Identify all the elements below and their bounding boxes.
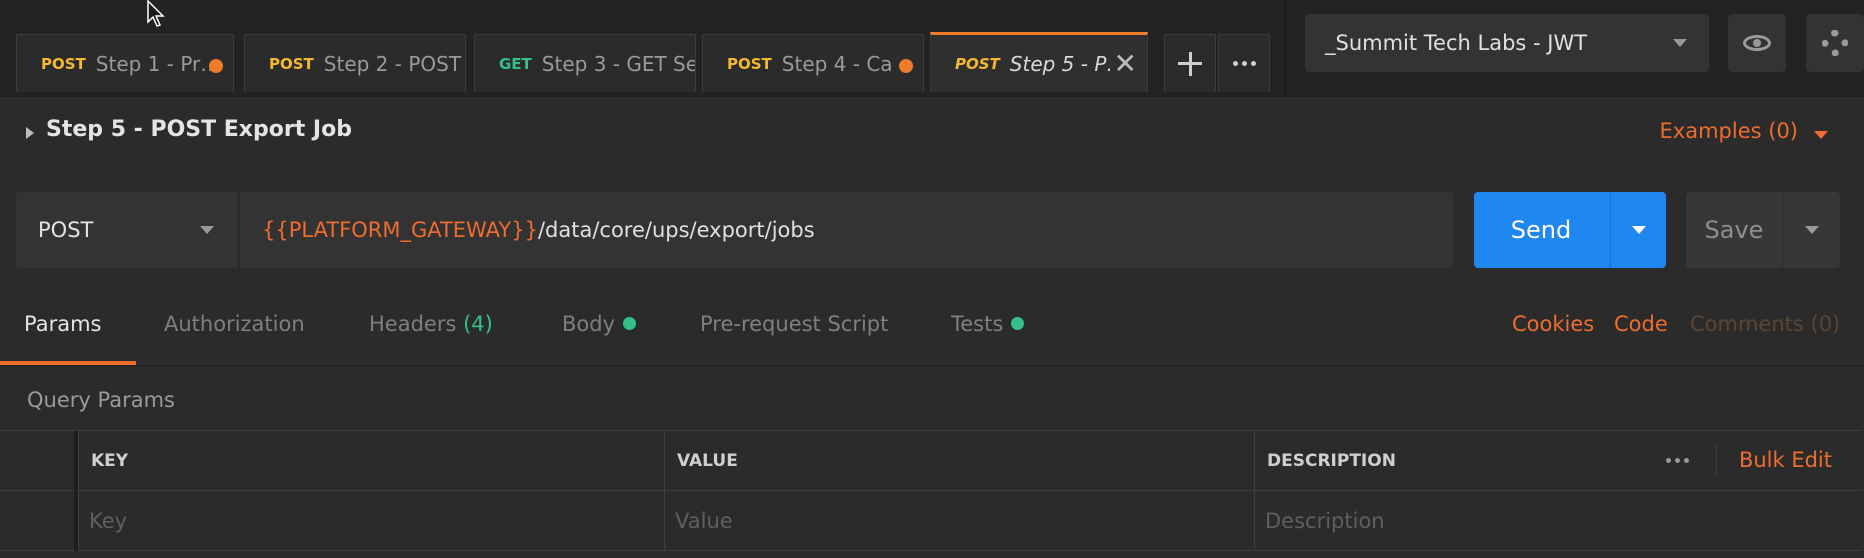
request-tab-4[interactable]: POST Step 4 - Ca: [702, 34, 924, 92]
environment-quick-look-button[interactable]: [1728, 14, 1786, 72]
column-header-value: VALUE: [664, 431, 1254, 491]
active-tab-indicator: [0, 361, 136, 365]
manage-environments-button[interactable]: [1806, 14, 1864, 72]
url-variable: {{PLATFORM_GATEWAY}}: [262, 218, 538, 242]
send-button[interactable]: Send: [1474, 192, 1608, 268]
tab-method: POST: [727, 54, 772, 73]
chevron-down-icon: [1631, 226, 1646, 234]
request-tab-bar: POST Step 1 - Pr… POST Step 2 - POST … G…: [0, 0, 1864, 96]
code-link[interactable]: Code: [1614, 312, 1668, 336]
tab-title: Step 3 - GET Seg…: [541, 51, 695, 76]
new-tab-button[interactable]: [1164, 34, 1216, 92]
value-input[interactable]: Value: [664, 491, 1254, 551]
tab-headers[interactable]: Headers (4): [369, 312, 493, 336]
tab-title: Step 5 - P…: [1009, 51, 1110, 76]
column-header-key: KEY: [78, 431, 664, 491]
url-path: /data/core/ups/export/jobs: [537, 218, 815, 242]
tab-headers-label: Headers: [369, 312, 457, 336]
chevron-down-icon: [1804, 226, 1819, 234]
query-params-title: Query Params: [27, 388, 175, 412]
request-section-tabs: Params Authorization Headers (4) Body Pr…: [0, 288, 1864, 366]
description-input[interactable]: Description: [1254, 491, 1862, 551]
request-tab-2[interactable]: POST Step 2 - POST …: [244, 34, 466, 92]
tab-options-button[interactable]: [1218, 34, 1270, 92]
cookies-link[interactable]: Cookies: [1512, 312, 1594, 336]
divider: [1716, 443, 1717, 477]
tab-method: POST: [269, 54, 314, 73]
tab-method: POST: [955, 54, 1000, 73]
close-tab-icon[interactable]: ✕: [1114, 47, 1137, 80]
eye-icon: [1743, 35, 1771, 51]
method-label: POST: [38, 218, 94, 242]
status-dot-icon: [623, 317, 637, 330]
request-title[interactable]: Step 5 - POST Export Job: [46, 117, 352, 142]
tab-title: Step 2 - POST …: [323, 51, 465, 76]
tab-body[interactable]: Body: [562, 312, 637, 336]
table-header-row: KEY VALUE DESCRIPTION Bulk Edit: [0, 431, 1862, 491]
request-title-row: Step 5 - POST Export Job Examples (0): [0, 96, 1864, 168]
request-tab-5-active[interactable]: POST Step 5 - P… ✕: [930, 32, 1148, 92]
send-button-group: Send: [1474, 192, 1666, 268]
table-row: Key Value Description: [0, 491, 1862, 551]
url-input[interactable]: {{PLATFORM_GATEWAY}}/data/core/ups/expor…: [240, 192, 1454, 268]
examples-dropdown[interactable]: Examples (0): [1660, 119, 1798, 143]
status-dot-icon: [1011, 317, 1025, 330]
request-tab-1[interactable]: POST Step 1 - Pr…: [16, 34, 234, 92]
save-options-button[interactable]: [1782, 192, 1840, 268]
tab-title: Step 1 - Pr…: [95, 51, 221, 76]
tab-authorization[interactable]: Authorization: [164, 312, 305, 336]
gear-icon: [1822, 30, 1848, 56]
comments-link[interactable]: Comments (0): [1690, 312, 1840, 336]
send-options-button[interactable]: [1610, 192, 1666, 268]
environment-select[interactable]: _Summit Tech Labs - JWT: [1305, 14, 1709, 72]
unsaved-dot-icon: [899, 59, 913, 73]
query-params-table: KEY VALUE DESCRIPTION Bulk Edit Key Valu…: [0, 430, 1862, 551]
tab-tests[interactable]: Tests: [951, 312, 1025, 336]
mouse-pointer-icon: [147, 0, 165, 27]
request-tab-3[interactable]: GET Step 3 - GET Seg…: [474, 34, 696, 92]
save-button-group: Save: [1686, 192, 1840, 268]
environment-label: _Summit Tech Labs - JWT: [1325, 31, 1588, 55]
tab-body-label: Body: [562, 312, 616, 336]
plus-icon-vertical: [1188, 51, 1192, 76]
bulk-edit-link[interactable]: Bulk Edit: [1739, 448, 1832, 472]
expand-arrow-icon[interactable]: [26, 127, 34, 139]
tab-method: POST: [41, 54, 86, 73]
more-dots-icon: [1232, 61, 1256, 66]
key-input[interactable]: Key: [78, 491, 664, 551]
tab-title: Step 4 - Ca: [781, 51, 893, 76]
tab-tests-label: Tests: [951, 312, 1004, 336]
unsaved-dot-icon: [209, 59, 223, 73]
tab-params[interactable]: Params: [24, 312, 102, 336]
more-dots-icon[interactable]: [1666, 458, 1689, 463]
headers-count: (4): [463, 312, 493, 336]
chevron-down-icon: [1673, 39, 1687, 47]
tab-method: GET: [499, 54, 532, 73]
method-select[interactable]: POST: [16, 192, 238, 268]
chevron-down-icon: [200, 226, 214, 234]
chevron-down-icon[interactable]: [1814, 131, 1828, 139]
tab-prerequest-script[interactable]: Pre-request Script: [700, 312, 888, 336]
divider: [1284, 0, 1286, 96]
save-button[interactable]: Save: [1686, 192, 1782, 268]
